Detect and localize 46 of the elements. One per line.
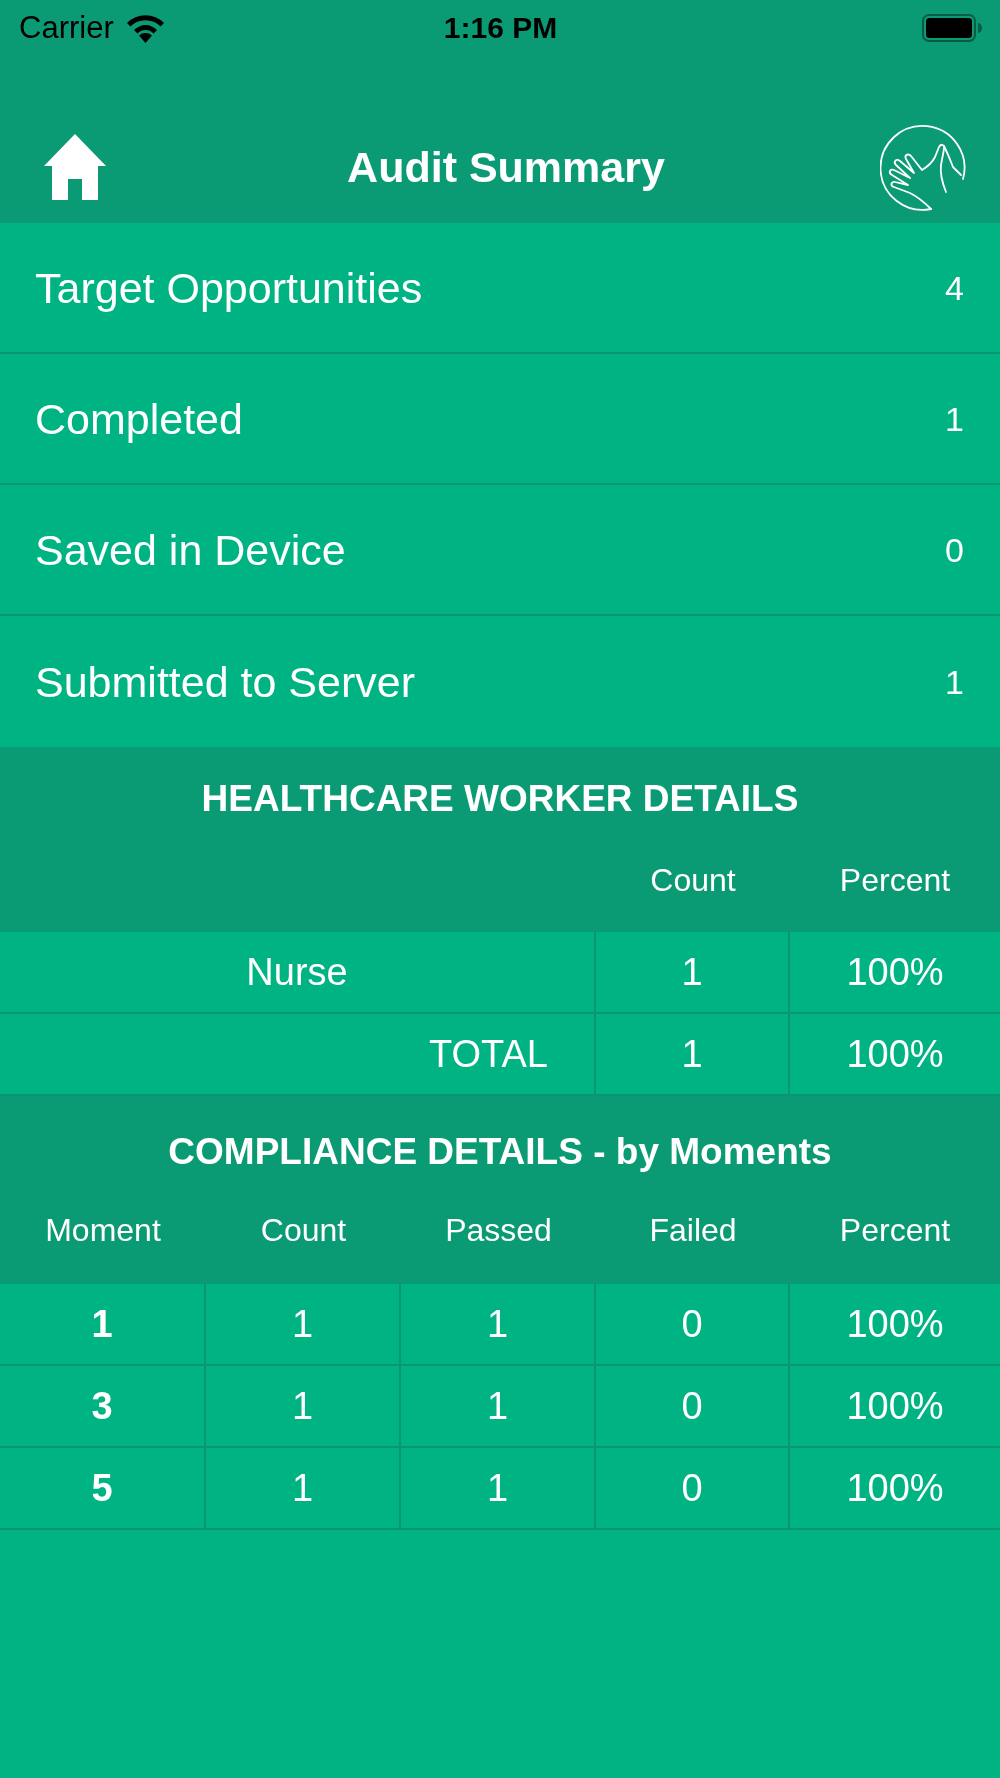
- hands-button[interactable]: [880, 122, 968, 212]
- screen-title: Audit Summary: [347, 142, 665, 193]
- table-cell: 1: [206, 1448, 401, 1528]
- table-cell: 0: [596, 1448, 790, 1528]
- summary-label: Completed: [35, 393, 243, 444]
- table-cell: 1: [206, 1366, 401, 1446]
- summary-label: Target Opportunities: [35, 262, 423, 313]
- summary-value: 1: [945, 661, 964, 703]
- home-button[interactable]: [44, 134, 106, 200]
- column-header: Moment: [45, 1211, 161, 1249]
- summary-value: 0: [945, 529, 964, 571]
- column-header: Passed: [445, 1211, 552, 1249]
- column-header: Count: [260, 1211, 347, 1249]
- table-cell: 0: [596, 1366, 790, 1446]
- table-cell: TOTAL: [0, 1014, 596, 1094]
- summary-label: Submitted to Server: [35, 656, 415, 707]
- table-cell: 1: [0, 1284, 206, 1364]
- table-cell: 1: [401, 1448, 596, 1528]
- table-cell: 1: [206, 1284, 401, 1364]
- table-cell: 0: [596, 1284, 790, 1364]
- summary-label: Saved in Device: [35, 524, 346, 575]
- carrier-name: Carrier: [19, 9, 114, 47]
- table-cell-text: 100%: [845, 1384, 945, 1429]
- column-header: Failed: [649, 1211, 737, 1249]
- table-cell-text: 100%: [845, 1466, 945, 1511]
- table-cell: Nurse: [0, 932, 596, 1012]
- hands-icon: [880, 122, 968, 212]
- table-cell: 1: [401, 1366, 596, 1446]
- table-cell-text: 100%: [845, 950, 945, 995]
- summary-value: 1: [945, 398, 964, 440]
- table-cell-text: 100%: [845, 1302, 945, 1347]
- column-header: Percent: [839, 860, 951, 899]
- column-header: Count: [650, 860, 736, 899]
- table-cell: 1: [401, 1284, 596, 1364]
- column-header: Percent: [839, 1211, 951, 1249]
- clock-time: 1:16 PM: [443, 10, 558, 46]
- table-cell: 1: [596, 1014, 790, 1094]
- table-cell: 3: [0, 1366, 206, 1446]
- summary-value: 4: [945, 267, 964, 309]
- battery-icon: [922, 14, 982, 42]
- table-cell: 5: [0, 1448, 206, 1528]
- section-title: COMPLIANCE DETAILS - by Moments: [168, 1130, 832, 1174]
- table-cell-text: 100%: [845, 1032, 945, 1077]
- table-cell: 1: [596, 932, 790, 1012]
- section-title: HEALTHCARE WORKER DETAILS: [201, 777, 799, 821]
- home-icon: [44, 134, 106, 200]
